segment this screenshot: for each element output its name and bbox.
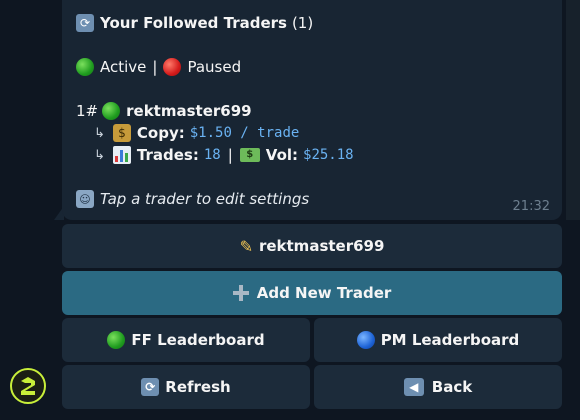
hint-text: Tap a trader to edit settings	[100, 190, 310, 208]
red-circle-icon	[163, 58, 182, 76]
pm-leaderboard-button[interactable]: PM Leaderboard	[314, 318, 562, 362]
trades-value: 18	[203, 147, 221, 163]
trader-name: rektmaster699	[126, 102, 252, 120]
stats-separator: |	[227, 146, 233, 164]
refresh-icon: ⟳	[76, 14, 94, 32]
copy-label: Copy:	[136, 124, 185, 142]
branch-arrow: ↳	[94, 147, 105, 163]
ff-leaderboard-label: FF Leaderboard	[131, 331, 265, 349]
bot-logo-icon[interactable]	[10, 368, 46, 404]
status-legend: Active | Paused	[76, 58, 241, 76]
green-circle-icon	[102, 102, 121, 120]
vol-label: Vol:	[265, 146, 299, 164]
bot-logo-mark	[21, 377, 35, 395]
edit-trader-label: rektmaster699	[258, 237, 385, 255]
legend-paused: Paused	[187, 58, 242, 76]
branch-arrow: ↳	[94, 125, 105, 141]
back-button[interactable]: ◀ Back	[314, 365, 562, 409]
add-trader-label: Add New Trader	[256, 284, 392, 302]
bar-chart-icon	[112, 146, 131, 164]
trader-index: 1#	[76, 102, 99, 120]
copy-value: $1.50 / trade	[189, 125, 300, 141]
back-arrow-icon: ◀	[403, 378, 424, 396]
bot-message-bubble: ⟳ Your Followed Traders (1) Active | Pau…	[62, 0, 562, 220]
edit-trader-button[interactable]: ✎ rektmaster699	[62, 224, 562, 268]
trades-label: Trades:	[136, 146, 199, 164]
refresh-button[interactable]: ⟳ Refresh	[62, 365, 310, 409]
followed-count: (1)	[291, 14, 314, 32]
scrollbar-track[interactable]	[566, 0, 580, 220]
refresh-icon: ⟳	[141, 378, 160, 396]
hint-row: ☺ Tap a trader to edit settings	[76, 190, 309, 208]
add-trader-button[interactable]: Add New Trader	[62, 271, 562, 315]
legend-active: Active	[100, 58, 147, 76]
message-timestamp: 21:32	[512, 199, 550, 214]
blue-circle-icon	[356, 331, 375, 349]
trader-row: 1# rektmaster699	[76, 102, 252, 120]
stats-row: ↳ Trades: 18 | $ Vol: $25.18	[94, 146, 354, 164]
refresh-label: Refresh	[165, 378, 231, 396]
green-circle-icon	[76, 58, 94, 76]
pm-leaderboard-label: PM Leaderboard	[380, 331, 520, 349]
pencil-icon: ✎	[239, 236, 253, 256]
money-bag-icon: $	[112, 124, 131, 142]
message-title-row: ⟳ Your Followed Traders (1)	[76, 14, 313, 32]
cash-icon: $	[239, 148, 260, 162]
plus-icon	[232, 285, 249, 301]
back-label: Back	[431, 378, 473, 396]
ff-leaderboard-button[interactable]: FF Leaderboard	[62, 318, 310, 362]
legend-separator: |	[152, 58, 158, 76]
green-circle-icon	[107, 331, 126, 349]
copy-row: ↳ $ Copy: $1.50 / trade	[94, 124, 299, 142]
vol-value: $25.18	[303, 147, 354, 163]
user-badge-icon: ☺	[76, 190, 94, 208]
message-title: Your Followed Traders	[100, 14, 287, 32]
